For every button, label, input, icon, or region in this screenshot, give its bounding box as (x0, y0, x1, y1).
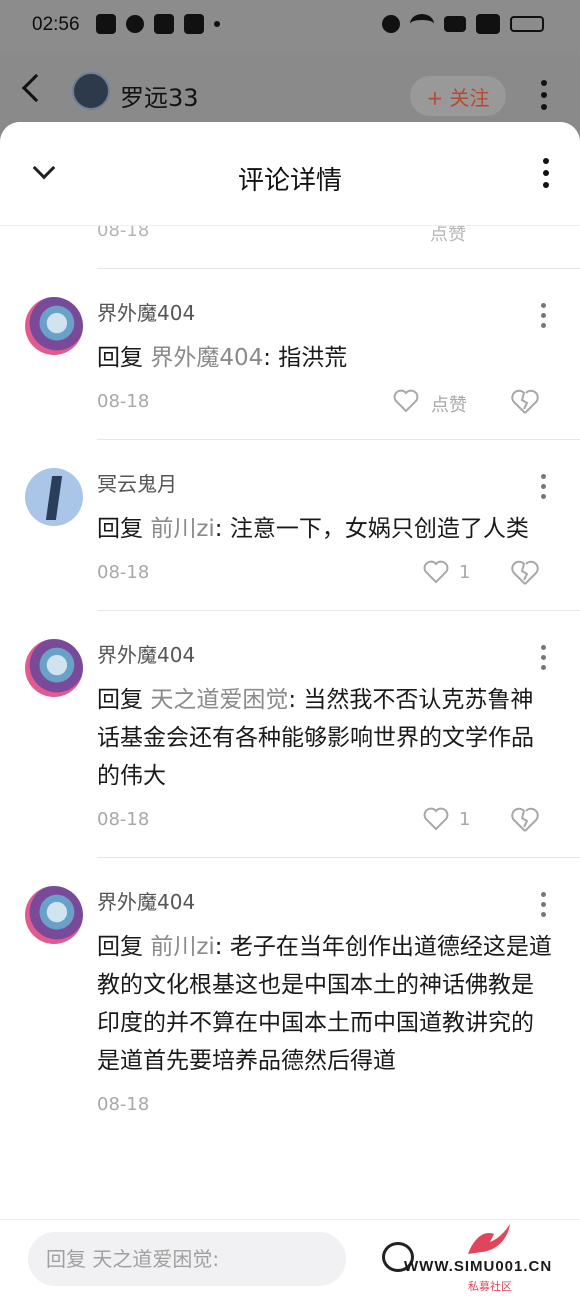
broken-heart-icon[interactable] (511, 560, 539, 586)
comment-date: 08-18 (97, 391, 150, 412)
avatar[interactable] (25, 297, 83, 355)
sheet-more-icon[interactable] (543, 158, 549, 188)
baidu-icon (154, 14, 174, 34)
like-count[interactable]: 1 (459, 809, 470, 830)
avatar[interactable] (25, 886, 83, 944)
sheet-title: 评论详情 (237, 166, 342, 196)
profile-name: 罗远33 (120, 84, 199, 112)
reply-input[interactable] (28, 1232, 346, 1286)
list-item: 界外魔404 回复 界外魔404: 指洪荒 08-18 点赞 (25, 268, 580, 439)
status-bar: 02:56 (0, 0, 580, 52)
like-label[interactable]: 点赞 (430, 226, 466, 246)
comment-date: 08-18 (97, 226, 150, 241)
commenter-name[interactable]: 界外魔404 (97, 886, 195, 915)
avatar[interactable] (25, 639, 83, 697)
comment-more-icon[interactable] (541, 892, 546, 917)
comment-date: 08-18 (97, 562, 150, 583)
comment-footer: 08-18 1 (97, 548, 580, 610)
comment-more-icon[interactable] (541, 303, 546, 328)
reply-word: 回复 (97, 516, 143, 542)
comment-body: : 注意一下，女娲只创造了人类 (214, 516, 529, 542)
heart-icon[interactable] (393, 389, 419, 413)
watermark-subtitle: 私募社区 (468, 1280, 512, 1293)
commenter-name[interactable]: 冥云鬼月 (97, 468, 177, 497)
mail-icon (96, 14, 116, 34)
sheet-header: 评论详情 (0, 122, 580, 226)
signal-5g-icon (476, 14, 500, 34)
list-item: 界外魔404 回复 天之道爱困觉: 当然我不否认克苏鲁神话基金会还有各种能够影响… (25, 610, 580, 857)
like-count[interactable]: 点赞 (431, 391, 467, 417)
commenter-name[interactable]: 界外魔404 (97, 297, 195, 326)
qq-icon (126, 15, 144, 33)
avatar[interactable] (72, 72, 110, 110)
comment-body: : 指洪荒 (263, 345, 348, 371)
partial-list-item: 08-18 点赞 (0, 226, 580, 268)
heart-icon[interactable] (423, 560, 449, 584)
follow-button[interactable]: + 关注 (410, 76, 506, 116)
watermark-logo (468, 1224, 510, 1254)
reply-word: 回复 (97, 687, 143, 713)
wifi-icon (410, 14, 434, 34)
watermark: WWW.SIMU001.CN 私募社区 (404, 1212, 576, 1296)
back-arrow-icon[interactable] (21, 73, 51, 103)
browser-icon (184, 14, 204, 34)
comment-list: 08-18 点赞 界外魔404 回复 界外魔404: 指洪荒 08-18 点赞 … (0, 226, 580, 1142)
more-notifications-dot (214, 21, 220, 27)
comment-date: 08-18 (97, 809, 150, 830)
hd-icon (444, 16, 466, 32)
profile-header: 罗远33 + 关注 (0, 52, 580, 122)
broken-heart-icon[interactable] (511, 807, 539, 833)
comment-detail-sheet: 评论详情 08-18 点赞 界外魔404 回复 界外魔404: 指洪荒 08-1… (0, 122, 580, 1299)
like-count[interactable]: 1 (459, 562, 470, 583)
reply-word: 回复 (97, 345, 143, 371)
avatar[interactable] (25, 468, 83, 526)
alarm-icon (382, 15, 400, 33)
more-options-icon[interactable] (541, 80, 549, 110)
reply-target[interactable]: 天之道爱困觉 (150, 687, 288, 713)
broken-heart-icon[interactable] (511, 389, 539, 415)
heart-icon[interactable] (423, 807, 449, 831)
reply-target[interactable]: 界外魔404 (150, 345, 263, 371)
notification-icons (96, 14, 220, 34)
comment-footer: 08-18 点赞 (97, 377, 580, 439)
comment-date: 08-18 (97, 1094, 150, 1115)
list-item: 界外魔404 回复 前川zi: 老子在当年创作出道德经这是道教的文化根基这也是中… (25, 857, 580, 1142)
comment-footer: 08-18 (97, 1080, 580, 1142)
list-item: 冥云鬼月 回复 前川zi: 注意一下，女娲只创造了人类 08-18 1 (25, 439, 580, 610)
comment-more-icon[interactable] (541, 474, 546, 499)
reply-target[interactable]: 前川zi (150, 934, 214, 960)
battery-icon (510, 16, 544, 32)
reply-target[interactable]: 前川zi (150, 516, 214, 542)
system-icons (382, 14, 544, 34)
commenter-name[interactable]: 界外魔404 (97, 639, 195, 668)
status-time: 02:56 (32, 14, 80, 35)
reply-word: 回复 (97, 934, 143, 960)
watermark-url: WWW.SIMU001.CN (404, 1258, 553, 1275)
comment-footer: 08-18 1 (97, 795, 580, 857)
comment-more-icon[interactable] (541, 645, 546, 670)
